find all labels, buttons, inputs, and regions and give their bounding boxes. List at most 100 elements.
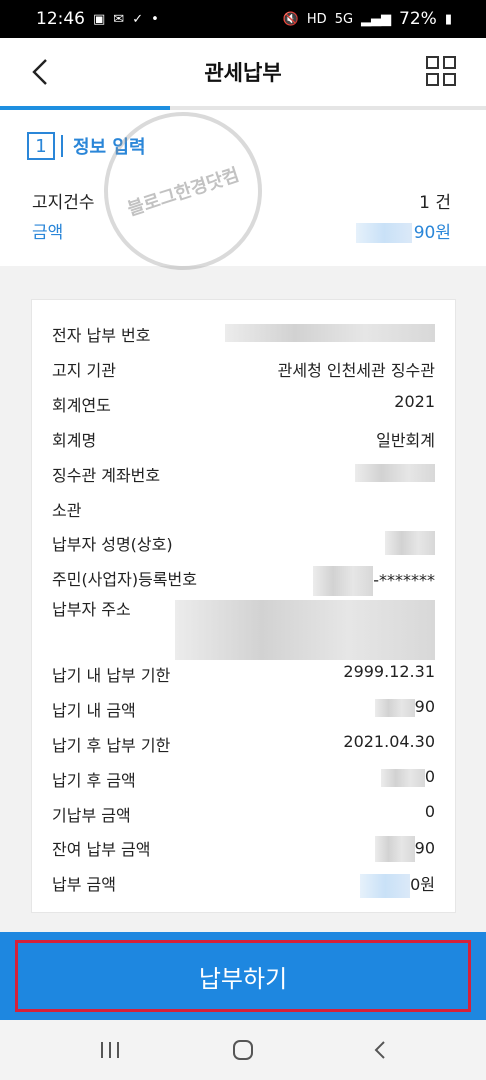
count-row: 고지건수 1 건 xyxy=(32,188,451,213)
submit-area: 납부하기 xyxy=(0,932,486,1020)
detail-value: 0 xyxy=(424,802,435,821)
detail-value-wrap xyxy=(175,600,435,660)
detail-row: 납기 후 금액 0 xyxy=(52,767,435,791)
detail-label: 주민(사업자)등록번호 xyxy=(52,570,197,589)
detail-label: 회계명 xyxy=(52,431,97,450)
message-icon: ✉ xyxy=(113,11,125,27)
back-button[interactable] xyxy=(28,58,52,86)
step-number: 1 xyxy=(27,132,55,160)
detail-row: 납부자 주소 xyxy=(52,600,435,660)
detail-value: 90 xyxy=(414,838,435,858)
detail-label: 잔여 납부 금액 xyxy=(52,840,151,859)
count-label: 고지건수 xyxy=(32,193,95,213)
amount-row: 금액 90원 xyxy=(32,218,451,243)
detail-row: 전자 납부 번호 xyxy=(52,322,435,346)
app-header: 관세납부 xyxy=(0,38,486,106)
detail-value-wrap xyxy=(355,462,435,482)
detail-label: 소관 xyxy=(52,501,82,520)
signal-icon: ▂▄▆ xyxy=(361,11,392,27)
mute-icon: 🔇 xyxy=(282,11,299,27)
detail-value-wrap: 2021.04.30 xyxy=(343,732,435,751)
detail-row: 주민(사업자)등록번호 -******* xyxy=(52,566,435,596)
detail-row: 납기 후 납부 기한 2021.04.30 xyxy=(52,732,435,756)
recent-apps-icon xyxy=(101,1042,119,1058)
detail-value: -******* xyxy=(373,570,435,590)
detail-label: 징수관 계좌번호 xyxy=(52,466,161,485)
gallery-icon: ▣ xyxy=(93,11,106,27)
summary-card: 1 정보 입력 고지건수 1 건 금액 90원 xyxy=(0,110,486,266)
amount-value-wrap: 90원 xyxy=(355,218,451,243)
redacted-value xyxy=(360,873,411,898)
count-value: 1 건 xyxy=(419,193,451,213)
redacted-value xyxy=(374,836,415,862)
detail-row: 회계연도 2021 xyxy=(52,392,435,416)
detail-row: 잔여 납부 금액 90 xyxy=(52,836,435,862)
detail-row: 납기 내 금액 90 xyxy=(52,697,435,721)
5g-icon: 5G xyxy=(334,11,354,27)
detail-label: 납기 내 금액 xyxy=(52,701,136,720)
redacted-value xyxy=(380,768,425,787)
detail-value: 2021.04.30 xyxy=(343,732,435,751)
detail-value-wrap: 0 xyxy=(425,802,435,821)
detail-value: 일반회계 xyxy=(376,431,435,450)
system-back-button[interactable] xyxy=(360,1034,400,1066)
grid-icon xyxy=(426,56,456,86)
dot-icon: • xyxy=(151,11,159,27)
step-indicator: 1 정보 입력 xyxy=(27,132,146,160)
detail-card: 전자 납부 번호고지 기관 관세청 인천세관 징수관회계연도 2021 회계명 일반회계… xyxy=(31,299,456,913)
detail-value: 90 xyxy=(414,697,435,716)
detail-value-wrap: -******* xyxy=(313,566,435,596)
detail-value-wrap xyxy=(385,531,435,555)
redacted-value xyxy=(385,531,435,555)
redacted-value xyxy=(374,698,415,717)
detail-value-wrap: 2999.12.31 xyxy=(343,662,435,681)
redacted-value xyxy=(175,600,435,660)
detail-value: 0 xyxy=(424,767,435,786)
detail-label: 회계연도 xyxy=(52,396,111,415)
detail-row: 납부자 성명(상호) xyxy=(52,531,435,555)
detail-value: 2999.12.31 xyxy=(343,662,435,681)
step-label: 정보 입력 xyxy=(73,137,146,158)
detail-label: 납부자 주소 xyxy=(52,600,131,619)
pay-button[interactable]: 납부하기 xyxy=(15,940,471,1012)
detail-value-wrap: 90 xyxy=(374,836,435,862)
status-bar: 12:46 ▣ ✉ ✓ • 🔇 HD 5G ▂▄▆ 72% ▮ xyxy=(0,0,486,38)
menu-button[interactable] xyxy=(426,56,456,86)
recent-apps-button[interactable] xyxy=(90,1034,130,1066)
chevron-left-icon xyxy=(32,59,47,85)
detail-value-wrap: 관세청 인천세관 징수관 xyxy=(278,357,435,381)
system-nav-bar xyxy=(0,1020,486,1080)
detail-value-wrap: 90 xyxy=(374,697,435,717)
status-time: 12:46 xyxy=(36,9,85,29)
detail-label: 기납부 금액 xyxy=(52,806,131,825)
detail-row: 기납부 금액 0 xyxy=(52,802,435,826)
detail-label: 납부자 성명(상호) xyxy=(52,535,173,554)
detail-value-wrap: 0원 xyxy=(360,871,435,898)
detail-label: 납기 후 납부 기한 xyxy=(52,736,171,755)
redacted-value xyxy=(355,463,435,482)
detail-row: 징수관 계좌번호 xyxy=(52,462,435,486)
page-title: 관세납부 xyxy=(204,61,282,85)
detail-row: 납기 내 납부 기한 2999.12.31 xyxy=(52,662,435,686)
redacted-value xyxy=(313,566,374,596)
back-nav-icon xyxy=(374,1041,385,1059)
detail-label: 납기 내 납부 기한 xyxy=(52,666,171,685)
detail-value: 2021 xyxy=(394,392,435,411)
detail-row: 회계명 일반회계 xyxy=(52,427,435,451)
step-divider xyxy=(61,135,63,157)
detail-label: 납부 금액 xyxy=(52,875,116,894)
detail-label: 고지 기관 xyxy=(52,361,116,380)
home-icon xyxy=(233,1040,253,1060)
detail-value-wrap: 2021 xyxy=(394,392,435,411)
app-icon: ✓ xyxy=(132,11,144,27)
detail-row: 고지 기관 관세청 인천세관 징수관 xyxy=(52,357,435,381)
detail-row: 납부 금액 0원 xyxy=(52,871,435,898)
redacted-value xyxy=(225,323,435,342)
detail-value: 0원 xyxy=(410,875,435,894)
detail-value: 관세청 인천세관 징수관 xyxy=(277,361,435,380)
detail-value-wrap: 0 xyxy=(380,767,435,787)
detail-row: 소관 xyxy=(52,497,435,521)
detail-label: 납기 후 금액 xyxy=(52,771,136,790)
home-button[interactable] xyxy=(223,1034,263,1066)
battery-percent: 72% xyxy=(399,9,437,29)
